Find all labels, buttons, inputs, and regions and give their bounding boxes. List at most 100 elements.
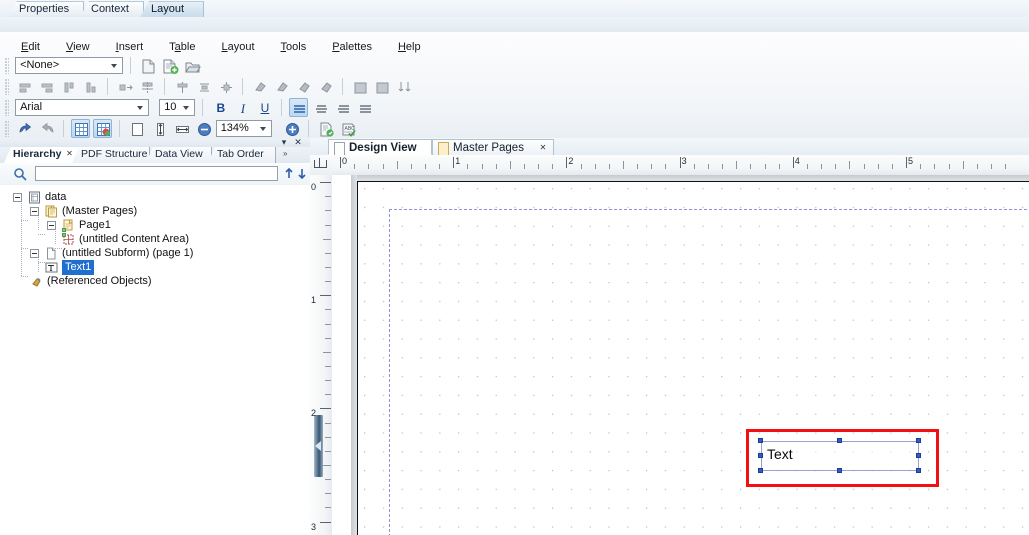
undo-button[interactable] <box>15 119 34 138</box>
ruler-tick-minor <box>325 337 331 339</box>
show-grid-button[interactable] <box>71 119 91 138</box>
hierarchy-panel: ▾ ✕ Hierarchy ✕ PDF Structure Data View … <box>0 138 311 535</box>
template-select[interactable]: <None> <box>15 57 124 74</box>
menu-layout[interactable]: Layout <box>208 38 267 56</box>
tree-expander[interactable] <box>47 221 56 230</box>
ruler-tick-minor <box>707 164 709 169</box>
fill-color-button[interactable] <box>350 77 369 96</box>
tree-expander[interactable] <box>13 193 22 202</box>
zoom-out-button[interactable] <box>194 119 213 138</box>
spell-check-button[interactable]: ABC <box>338 119 357 138</box>
menu-palettes[interactable]: Palettes <box>319 38 385 56</box>
group-button[interactable] <box>250 77 269 96</box>
fit-height-button[interactable] <box>150 119 169 138</box>
fit-width-button[interactable] <box>172 119 191 138</box>
open-document-button[interactable] <box>182 56 202 75</box>
hierarchy-tree[interactable]: data (Master Pages) Page1 (untitled Cont… <box>0 185 310 535</box>
chevron-down-icon[interactable] <box>179 100 194 115</box>
chevron-down-icon[interactable] <box>256 121 271 136</box>
toolbar-grip[interactable] <box>5 58 9 74</box>
ruler-tick-minor <box>962 161 964 169</box>
referenced-objects-icon <box>30 275 43 288</box>
panel-tabs-overflow-button[interactable]: » <box>283 149 305 161</box>
chevron-down-icon[interactable] <box>107 58 122 73</box>
send-to-back-button[interactable] <box>316 77 335 96</box>
menu-view[interactable]: View <box>53 38 103 56</box>
toolbar-grip[interactable] <box>5 79 9 95</box>
fit-page-button[interactable] <box>127 119 146 138</box>
search-input[interactable] <box>35 166 278 181</box>
view-tab-master-pages[interactable]: Master Pages ✕ <box>432 139 554 156</box>
align-vertical-center-button[interactable] <box>172 77 191 96</box>
ruler-tick-minor <box>976 164 978 169</box>
panel-tab-pdf-structure[interactable]: PDF Structure <box>72 147 150 163</box>
tab-properties[interactable]: Properties <box>8 1 84 17</box>
panel-tab-hierarchy[interactable]: Hierarchy ✕ <box>4 147 80 163</box>
text-align-left-button[interactable] <box>288 98 308 117</box>
zoom-level-select[interactable]: 134% <box>215 120 272 137</box>
ungroup-button[interactable] <box>272 77 291 96</box>
new-from-template-button[interactable] <box>160 56 179 75</box>
close-icon[interactable]: ✕ <box>65 149 74 158</box>
menu-table[interactable]: Table <box>156 38 208 56</box>
close-icon[interactable]: ✕ <box>538 141 548 154</box>
panel-tab-data-view[interactable]: Data View <box>146 147 212 163</box>
italic-button[interactable]: I <box>232 98 251 117</box>
merge-cells-button[interactable] <box>394 77 413 96</box>
search-next-button[interactable] <box>296 166 308 181</box>
center-vertically-button[interactable] <box>216 77 235 96</box>
panel-tab-hierarchy-label: Hierarchy <box>13 148 62 160</box>
panel-tab-tab-order[interactable]: Tab Order <box>208 147 276 163</box>
new-document-button[interactable] <box>138 56 157 75</box>
bring-to-front-button[interactable] <box>294 77 313 96</box>
align-left-button[interactable] <box>15 77 34 96</box>
distribute-vertical-button[interactable] <box>194 77 213 96</box>
bold-button[interactable]: B <box>210 98 229 117</box>
tree-expander[interactable] <box>30 249 39 258</box>
ruler-tick-minor <box>325 266 331 268</box>
underline-button[interactable]: U <box>254 98 273 117</box>
ruler-tick-major <box>320 521 331 523</box>
ruler-tick-minor <box>920 164 922 169</box>
text-align-justify-button[interactable] <box>355 98 374 117</box>
ruler-origin-button[interactable] <box>310 155 333 176</box>
font-size-select[interactable]: 10 <box>159 99 196 116</box>
search-previous-button[interactable] <box>283 166 295 181</box>
toolbar-grip[interactable] <box>5 121 9 137</box>
tab-layout[interactable]: Layout <box>140 1 204 17</box>
ruler-tick-minor <box>580 164 582 169</box>
font-family-select[interactable]: Arial <box>15 99 150 116</box>
menu-tools[interactable]: Tools <box>268 38 320 56</box>
zoom-in-button[interactable] <box>282 119 301 138</box>
text-align-center-button[interactable] <box>311 98 330 117</box>
toolbar-separator <box>342 78 344 95</box>
panel-menu-button[interactable]: ▾ <box>278 138 290 147</box>
preview-pdf-button[interactable] <box>316 119 335 138</box>
line-color-button[interactable] <box>372 77 391 96</box>
text-align-right-button[interactable] <box>333 98 352 117</box>
center-horizontally-button[interactable] <box>137 77 156 96</box>
toolbar-grip[interactable] <box>5 100 9 116</box>
align-top-button[interactable] <box>59 77 78 96</box>
view-tab-design[interactable]: Design View <box>328 139 432 156</box>
tree-expander[interactable] <box>30 207 39 216</box>
vertical-ruler[interactable]: 0 1 2 3 <box>310 175 333 535</box>
horizontal-ruler[interactable]: 0 1 2 3 4 5 <box>332 155 1029 176</box>
align-bottom-button[interactable] <box>81 77 100 96</box>
chevron-down-icon[interactable] <box>133 100 148 115</box>
hierarchy-search-row <box>0 163 310 186</box>
italic-label: I <box>240 101 246 116</box>
redo-button[interactable] <box>37 119 56 138</box>
snap-to-grid-button[interactable] <box>93 119 113 138</box>
menu-help[interactable]: Help <box>385 38 434 56</box>
toolbar-align <box>4 77 413 97</box>
align-right-button[interactable] <box>37 77 56 96</box>
ruler-tick-minor <box>722 164 724 169</box>
distribute-horizontal-button[interactable] <box>115 77 134 96</box>
vertical-scroll-thumb[interactable] <box>314 415 323 477</box>
panel-close-button[interactable]: ✕ <box>292 138 304 147</box>
menu-edit[interactable]: Edit <box>8 38 53 56</box>
ruler-tick-minor <box>806 164 808 169</box>
tab-context[interactable]: Context <box>80 1 144 17</box>
menu-insert[interactable]: Insert <box>103 38 157 56</box>
